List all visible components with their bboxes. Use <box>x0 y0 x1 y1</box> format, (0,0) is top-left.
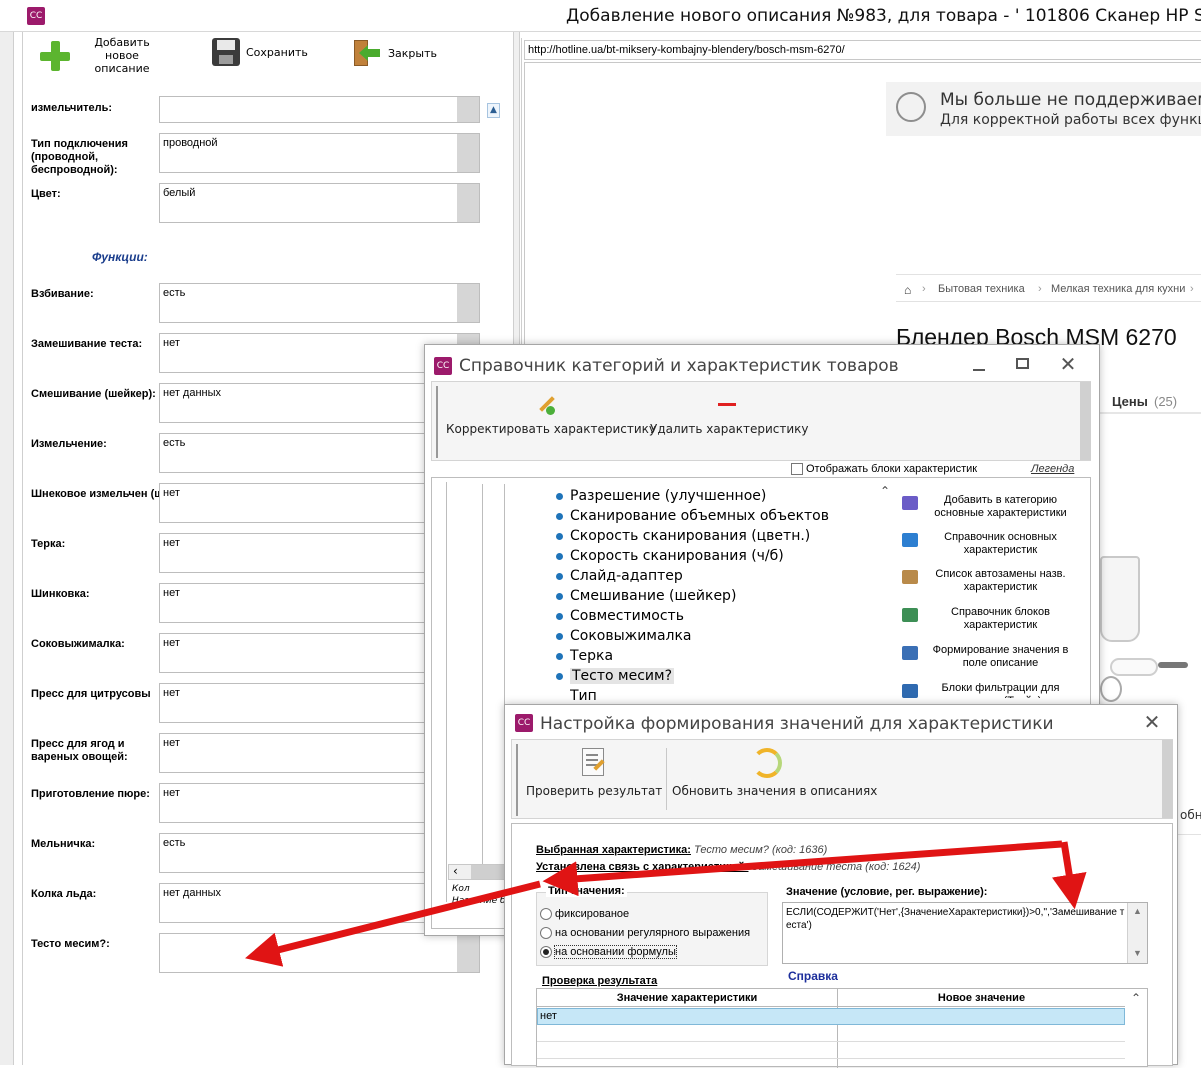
arrow-to-field <box>245 880 541 967</box>
annotation-arrows <box>245 840 1087 967</box>
arrow-to-formula <box>1051 841 1087 910</box>
arrow-to-value-type <box>542 840 1063 897</box>
